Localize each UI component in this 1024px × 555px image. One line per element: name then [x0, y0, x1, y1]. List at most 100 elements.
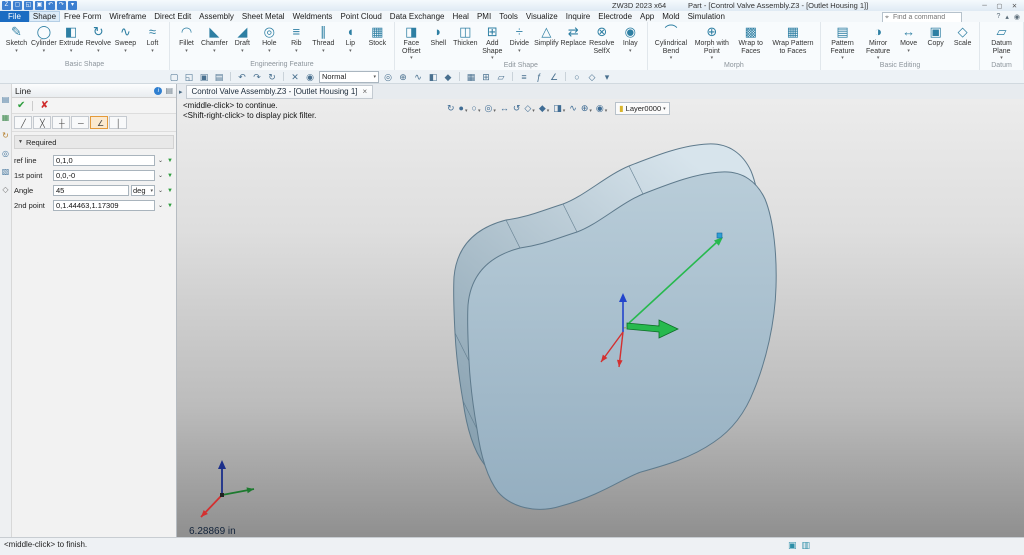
- chevron-down-icon[interactable]: ▾: [478, 108, 481, 114]
- pick-curve-icon[interactable]: ∿: [412, 71, 424, 83]
- row-pick-icon[interactable]: ▼: [166, 173, 174, 179]
- layer-manager-icon[interactable]: ▧: [2, 168, 10, 176]
- chevron-down-icon[interactable]: ▾: [605, 108, 608, 114]
- row-options-icon[interactable]: ⌄: [157, 172, 164, 179]
- display-config-icon[interactable]: ◇: [586, 71, 598, 83]
- menu-item-free-form[interactable]: Free Form: [60, 11, 105, 22]
- ribbon-button-revolve[interactable]: ↻Revolve▾: [85, 24, 112, 54]
- command-search-input[interactable]: [891, 13, 959, 22]
- ribbon-collapse-icon[interactable]: ▴: [1005, 13, 1009, 21]
- angle-input[interactable]: [53, 185, 129, 196]
- menu-item-data-exchange[interactable]: Data Exchange: [386, 11, 449, 22]
- pick-shape-icon[interactable]: ◆: [442, 71, 454, 83]
- delete-icon[interactable]: ✕: [289, 71, 301, 83]
- chevron-down-icon[interactable]: ▾: [563, 108, 566, 114]
- menu-item-tools[interactable]: Tools: [495, 11, 522, 22]
- file-browser-icon[interactable]: ▤: [2, 96, 10, 104]
- undo-icon[interactable]: ↶: [236, 71, 248, 83]
- menu-item-pmi[interactable]: PMI: [473, 11, 495, 22]
- 2nd-point-input[interactable]: [53, 200, 155, 211]
- menu-item-inquire[interactable]: Inquire: [562, 11, 594, 22]
- chevron-down-icon[interactable]: ▾: [349, 48, 352, 54]
- ribbon-button-lip[interactable]: ◖Lip▾: [337, 24, 364, 54]
- ribbon-button-cylinder[interactable]: ◯Cylinder▾: [30, 24, 58, 54]
- ref-line-input[interactable]: [53, 155, 155, 166]
- cancel-button[interactable]: ✘: [40, 101, 48, 111]
- ribbon-button-draft[interactable]: ◢Draft▾: [229, 24, 256, 54]
- section-view-icon[interactable]: ◨: [553, 103, 562, 114]
- close-button[interactable]: ✕: [1007, 2, 1022, 10]
- ribbon-button-chamfer[interactable]: ◣Chamfer▾: [200, 24, 229, 54]
- line-parallel-tool[interactable]: ╳: [33, 116, 51, 129]
- ribbon-button-loft[interactable]: ≈Loft▾: [139, 24, 166, 54]
- ribbon-button-face-offset[interactable]: ◨Face Offset▾: [398, 24, 425, 61]
- pick-face-icon[interactable]: ◧: [427, 71, 439, 83]
- chevron-down-icon[interactable]: ▾: [97, 48, 100, 54]
- style-select[interactable]: Normal ▾: [319, 71, 379, 83]
- display-all-icon[interactable]: ○: [571, 71, 583, 83]
- menu-item-shape[interactable]: Shape: [29, 11, 60, 22]
- pick-point-icon[interactable]: ⊕: [397, 71, 409, 83]
- chevron-down-icon[interactable]: ▾: [493, 108, 496, 114]
- undo-quick-icon[interactable]: ↶: [46, 1, 55, 10]
- display-monitor-icon[interactable]: ▣: [788, 540, 797, 551]
- print-icon[interactable]: ▤: [213, 71, 225, 83]
- ribbon-button-rib[interactable]: ≡Rib▾: [283, 24, 310, 54]
- customize-quick-icon[interactable]: ▾: [68, 1, 77, 10]
- line-perpendicular-tool[interactable]: ┼: [52, 116, 70, 129]
- datum-display-icon[interactable]: ⊕: [581, 103, 589, 114]
- work-plane-icon[interactable]: ▱: [495, 71, 507, 83]
- redo-quick-icon[interactable]: ↷: [57, 1, 66, 10]
- entity-visibility-icon[interactable]: ◉: [596, 103, 604, 114]
- row-pick-icon[interactable]: ▼: [166, 188, 174, 194]
- chevron-down-icon[interactable]: ▾: [532, 108, 535, 114]
- ribbon-button-inlay[interactable]: ◉Inlay▾: [617, 24, 644, 54]
- ribbon-button-fillet[interactable]: ◠Fillet▾: [173, 24, 200, 54]
- ribbon-button-thread[interactable]: ∥Thread▾: [310, 24, 337, 54]
- expression-icon[interactable]: ƒ: [533, 71, 545, 83]
- chevron-down-icon[interactable]: ▾: [185, 48, 188, 54]
- ribbon-button-replace[interactable]: ⇄Replace: [560, 24, 587, 48]
- info-icon[interactable]: i: [154, 87, 162, 95]
- redraw-icon[interactable]: ↻: [447, 103, 455, 114]
- ribbon-button-copy[interactable]: ▣Copy: [922, 24, 949, 48]
- perspective-icon[interactable]: ◆: [539, 103, 546, 114]
- hide-show-icon[interactable]: ◉: [304, 71, 316, 83]
- ribbon-button-simplify[interactable]: △Simplify: [533, 24, 560, 48]
- ribbon-button-hole[interactable]: ◎Hole▾: [256, 24, 283, 54]
- chevron-down-icon[interactable]: ▾: [43, 48, 46, 54]
- chevron-down-icon[interactable]: ▾: [518, 48, 521, 54]
- shaded-mode-icon[interactable]: ●: [459, 103, 464, 114]
- open-quick-icon[interactable]: ◱: [24, 1, 33, 10]
- ribbon-button-sketch[interactable]: ✎Sketch▾: [3, 24, 30, 54]
- chevron-down-icon[interactable]: ▾: [241, 48, 244, 54]
- row-options-icon[interactable]: ⌄: [157, 187, 164, 194]
- line-angle-tool[interactable]: ∠: [90, 116, 108, 129]
- new-file-icon[interactable]: ▢: [168, 71, 180, 83]
- required-section-header[interactable]: ▼ Required: [14, 135, 174, 149]
- ribbon-button-scale[interactable]: ◇Scale: [949, 24, 976, 48]
- chevron-down-icon[interactable]: ▾: [268, 48, 271, 54]
- chevron-down-icon[interactable]: ▾: [124, 48, 127, 54]
- user-icon[interactable]: ◉: [1014, 13, 1020, 21]
- row-options-icon[interactable]: ⌄: [157, 157, 164, 164]
- standard-views-icon[interactable]: ◇: [524, 103, 531, 114]
- ribbon-button-wrap-pattern-to-faces[interactable]: ▦Wrap Pattern to Faces: [769, 24, 817, 55]
- ribbon-button-stock[interactable]: ▦Stock: [364, 24, 391, 48]
- chevron-down-icon[interactable]: ▾: [322, 48, 325, 54]
- chevron-down-icon[interactable]: ▾: [589, 108, 592, 114]
- menu-item-direct-edit[interactable]: Direct Edit: [150, 11, 195, 22]
- ribbon-button-cylindrical-bend[interactable]: ⌒Cylindrical Bend▾: [651, 24, 691, 61]
- regen-icon[interactable]: ↻: [266, 71, 278, 83]
- ribbon-button-mirror-feature[interactable]: ◑Mirror Feature▾: [861, 24, 895, 61]
- coord-input-icon[interactable]: ≡: [518, 71, 530, 83]
- row-pick-icon[interactable]: ▼: [166, 158, 174, 164]
- ribbon-button-extrude[interactable]: ◧Extrude▾: [58, 24, 85, 54]
- save-icon[interactable]: ▣: [198, 71, 210, 83]
- manager-icon[interactable]: ▦: [2, 114, 10, 122]
- chevron-down-icon[interactable]: ▾: [70, 48, 73, 54]
- ribbon-button-morph-with-point[interactable]: ⊕Morph with Point▾: [691, 24, 732, 61]
- angle-unit-select[interactable]: deg▾: [131, 185, 155, 196]
- measure-icon[interactable]: ∠: [548, 71, 560, 83]
- chevron-down-icon[interactable]: ▾: [213, 48, 216, 54]
